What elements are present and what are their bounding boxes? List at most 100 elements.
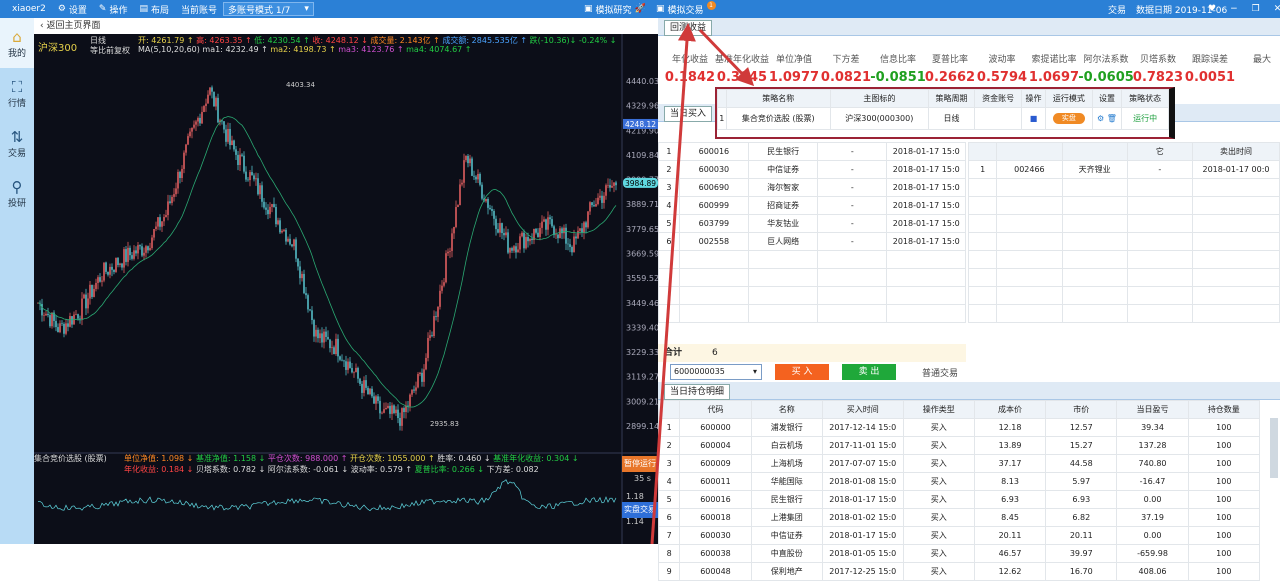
table-cell: 6.93 <box>973 490 1047 509</box>
table-row[interactable]: 6 002558 巨人网络 -2018-01-17 15:0 <box>658 232 966 251</box>
table-row[interactable]: 1 002466 天齐锂业 -2018-01-17 00:0 <box>967 160 1280 179</box>
column-header[interactable]: 当日盈亏 <box>1116 400 1189 419</box>
candle-body <box>351 367 353 373</box>
candle-body <box>239 154 241 165</box>
tab-today-buy[interactable]: 当日买入 <box>664 106 713 122</box>
tab-today-holdings[interactable]: 当日持仓明细 <box>664 384 731 400</box>
table-row[interactable]: 2 600004 白云机场 2017-11-01 15:0 买入 13.89 15.27 13… <box>657 436 1261 455</box>
table-cell <box>1061 286 1128 305</box>
indicator-value: 波动率: 0.579 ↑ <box>350 465 413 474</box>
normal-trade-label[interactable]: 普通交易 <box>922 366 958 379</box>
candle-body <box>423 369 425 382</box>
candle-body <box>431 335 433 337</box>
candle-body <box>589 202 591 212</box>
table-cell: 6.82 <box>1045 508 1118 527</box>
column-header[interactable]: 操作类型 <box>902 400 975 419</box>
table-row[interactable]: 1 600016 民生银行 -2018-01-17 15:0 <box>658 142 966 161</box>
candle-body <box>251 172 253 176</box>
table-row[interactable]: 9 600048 保利地产 2017-12-25 15:0 买入 12.62 16.70 40… <box>657 562 1261 581</box>
candle-body <box>265 207 267 210</box>
table-cell: 2018-01-05 15:0 <box>821 544 904 563</box>
skin-icon[interactable]: ♥ <box>1208 4 1216 14</box>
candle-body <box>559 228 561 239</box>
buy-button[interactable]: 买 入 <box>775 364 829 380</box>
sidebar-item-research[interactable]: ⚲ 投研 <box>0 168 34 218</box>
column-header[interactable] <box>657 400 681 419</box>
candle-body <box>613 182 615 186</box>
table-row[interactable]: 7 600030 中信证券 2018-01-17 15:0 买入 20.11 20.11 0.… <box>657 526 1261 545</box>
column-header[interactable]: 买入时间 <box>821 400 904 419</box>
empty-row <box>967 250 1280 269</box>
candle-body <box>547 217 549 230</box>
restore-icon[interactable]: ❐ <box>1252 4 1260 14</box>
stop-icon[interactable]: ■ <box>1021 107 1047 130</box>
candle-body <box>79 318 81 320</box>
back-to-home-link[interactable]: ‹ 返回主页界面 <box>34 18 658 34</box>
candle-body <box>319 333 321 339</box>
table-cell <box>996 232 1063 251</box>
column-header[interactable]: 持仓数量 <box>1187 400 1261 419</box>
table-cell: 1 <box>657 418 681 437</box>
table-cell: 买入 <box>902 544 975 563</box>
y-tick-label: 3669.59 <box>626 249 658 258</box>
table-row[interactable]: 5 603799 华友钴业 -2018-01-17 15:0 <box>658 214 966 233</box>
candle-body <box>583 222 585 233</box>
candle-body <box>425 357 427 370</box>
sidebar-item-market[interactable]: ⛶ 行情 <box>0 68 34 118</box>
sidebar-item-mine[interactable]: ⌂ 我的 <box>0 18 34 68</box>
candle-body <box>433 316 435 337</box>
table-row[interactable]: 2 600030 中信证券 -2018-01-17 15:0 <box>658 160 966 179</box>
stock-code-input[interactable]: 6000000035 ▾ <box>670 364 762 380</box>
column-header[interactable]: 名称 <box>750 400 823 419</box>
table-cell: 2018-01-17 15:0 <box>886 160 966 179</box>
candle-body <box>211 87 213 92</box>
sim-research-button[interactable]: ▣ 模拟研究 🚀 <box>584 3 646 16</box>
operate-menu[interactable]: ✎ 操作 <box>99 3 128 16</box>
delete-icon[interactable]: 🗑 <box>1107 114 1117 123</box>
column-header[interactable]: 市价 <box>1045 400 1118 419</box>
close-icon[interactable]: ✕ <box>1274 4 1280 14</box>
table-row[interactable]: 8 600038 中直股份 2018-01-05 15:0 买入 46.57 39.97 -6… <box>657 544 1261 563</box>
table-row[interactable]: 3 600009 上海机场 2017-07-07 15:0 买入 37.17 44.58 74… <box>657 454 1261 473</box>
column-header[interactable]: 成本价 <box>973 400 1047 419</box>
table-row[interactable]: 6 600018 上港集团 2018-01-02 15:0 买入 8.45 6.82 37.1… <box>657 508 1261 527</box>
candle-body <box>151 237 153 249</box>
scrollbar[interactable] <box>1270 418 1278 478</box>
table-cell: -659.98 <box>1116 544 1189 563</box>
metric-value: 0.5794 <box>976 70 1028 85</box>
table-cell <box>1061 268 1128 287</box>
stop-run-button[interactable]: 暂停运行 <box>622 456 658 472</box>
account-mode-select[interactable]: 多账号模式 1/7 ▾ <box>223 2 314 16</box>
candle-body <box>595 203 597 207</box>
candle-body <box>495 218 497 230</box>
table-cell: 5 <box>657 490 681 509</box>
sidebar-item-trade[interactable]: ⇅ 交易 <box>0 118 34 168</box>
low-annotation: 2935.83 <box>430 420 459 428</box>
table-cell: 8 <box>657 544 681 563</box>
table-row[interactable]: 1 600000 浦发银行 2017-12-14 15:0 买入 12.18 12.57 39… <box>657 418 1261 437</box>
strategy-row[interactable]: 1 集合竞价选股 (股票) 沪深300(000300) 日线 ■ 实盘 ⚙ 🗑 … <box>717 107 1169 130</box>
table-row[interactable]: 5 600016 民生银行 2018-01-17 15:0 买入 6.93 6.93 0.00… <box>657 490 1261 509</box>
run-mode-toggle[interactable]: 实盘 <box>1045 107 1093 130</box>
trade-menu[interactable]: 交易 <box>1108 3 1126 16</box>
candle-body <box>415 387 417 391</box>
candle-body <box>343 360 345 362</box>
table-row[interactable]: 4 600999 招商证券 -2018-01-17 15:0 <box>658 196 966 215</box>
settings-menu[interactable]: ⚙ 设置 <box>58 3 87 16</box>
gear-icon[interactable]: ⚙ <box>1097 114 1104 123</box>
sim-trade-button[interactable]: ▣ 模拟交易 1 <box>656 0 716 16</box>
candle-body <box>271 204 273 207</box>
candle-body <box>527 237 529 242</box>
table-cell: 买入 <box>902 526 975 545</box>
minimize-icon[interactable]: − <box>1230 4 1238 14</box>
table-row[interactable]: 4 600011 华能国际 2018-01-08 15:0 买入 8.13 5.97 -16.… <box>657 472 1261 491</box>
column-header[interactable]: 代码 <box>679 400 752 419</box>
table-row[interactable]: 3 600690 海尔智家 -2018-01-17 15:0 <box>658 178 966 197</box>
sell-button[interactable]: 卖 出 <box>842 364 896 380</box>
layout-menu[interactable]: ▤ 布局 <box>139 3 169 16</box>
account-mode-value: 多账号模式 1/7 <box>228 5 291 16</box>
metric: 信息比率 -0.0851 <box>868 52 928 85</box>
live-trade-button[interactable]: 实盘交易 <box>622 502 658 518</box>
tab-backtest-returns[interactable]: 回测收益 <box>664 20 713 36</box>
table-cell: 3 <box>657 454 681 473</box>
